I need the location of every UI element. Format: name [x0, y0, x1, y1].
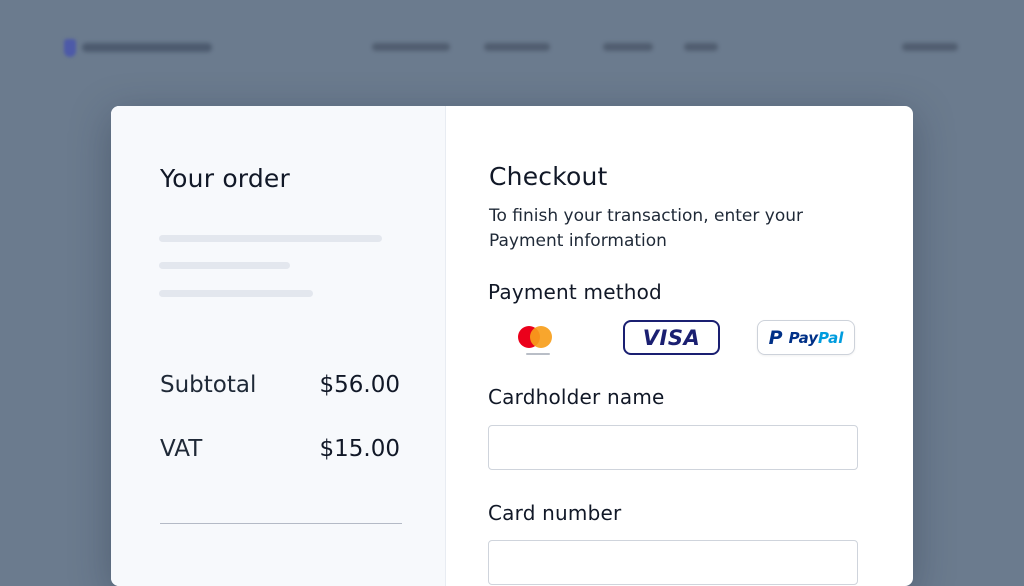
card-number-input[interactable]: [488, 540, 858, 585]
paypal-icon: P: [768, 326, 783, 349]
checkout-modal: Your order Subtotal $56.00 VAT $15.00 Ch…: [111, 106, 913, 586]
subtotal-label: Subtotal: [160, 372, 257, 398]
background-logo-text: [82, 43, 212, 52]
vat-value: $15.00: [319, 436, 400, 462]
background-nav-link: [684, 43, 718, 51]
vat-row: VAT $15.00: [160, 436, 400, 466]
subtotal-value: $56.00: [319, 372, 400, 398]
subtotal-row: Subtotal $56.00: [160, 372, 400, 402]
checkout-subtitle: To finish your transaction, enter your P…: [489, 204, 829, 254]
vat-label: VAT: [160, 436, 203, 462]
background-navbar: [0, 0, 1024, 100]
paypal-option[interactable]: P PayPal: [757, 320, 855, 355]
checkout-subtitle-line: To finish your transaction, enter your: [489, 206, 803, 226]
payment-method-label: Payment method: [488, 280, 662, 304]
background-nav-link: [902, 43, 958, 51]
card-number-label: Card number: [488, 501, 622, 525]
order-item-placeholder: [159, 262, 290, 269]
mastercard-icon: [518, 326, 552, 355]
order-item-placeholder: [159, 290, 313, 297]
background-nav-link: [372, 43, 450, 51]
mastercard-option[interactable]: [509, 320, 561, 356]
order-summary-panel: Your order Subtotal $56.00 VAT $15.00: [111, 106, 446, 586]
paypal-wordmark: PayPal: [788, 328, 844, 347]
background-nav-link: [603, 43, 653, 51]
background-logo-icon: [64, 39, 76, 57]
order-title: Your order: [160, 164, 290, 193]
background-nav-link: [484, 43, 550, 51]
checkout-form-panel: Checkout To finish your transaction, ent…: [446, 106, 913, 586]
cardholder-name-label: Cardholder name: [488, 385, 665, 409]
visa-option[interactable]: VISA: [623, 320, 720, 355]
checkout-subtitle-line: Payment information: [489, 231, 667, 251]
visa-icon: VISA: [642, 325, 701, 350]
order-item-placeholder: [159, 235, 382, 242]
order-divider: [160, 523, 402, 524]
cardholder-name-input[interactable]: [488, 425, 858, 470]
checkout-title: Checkout: [489, 162, 608, 191]
